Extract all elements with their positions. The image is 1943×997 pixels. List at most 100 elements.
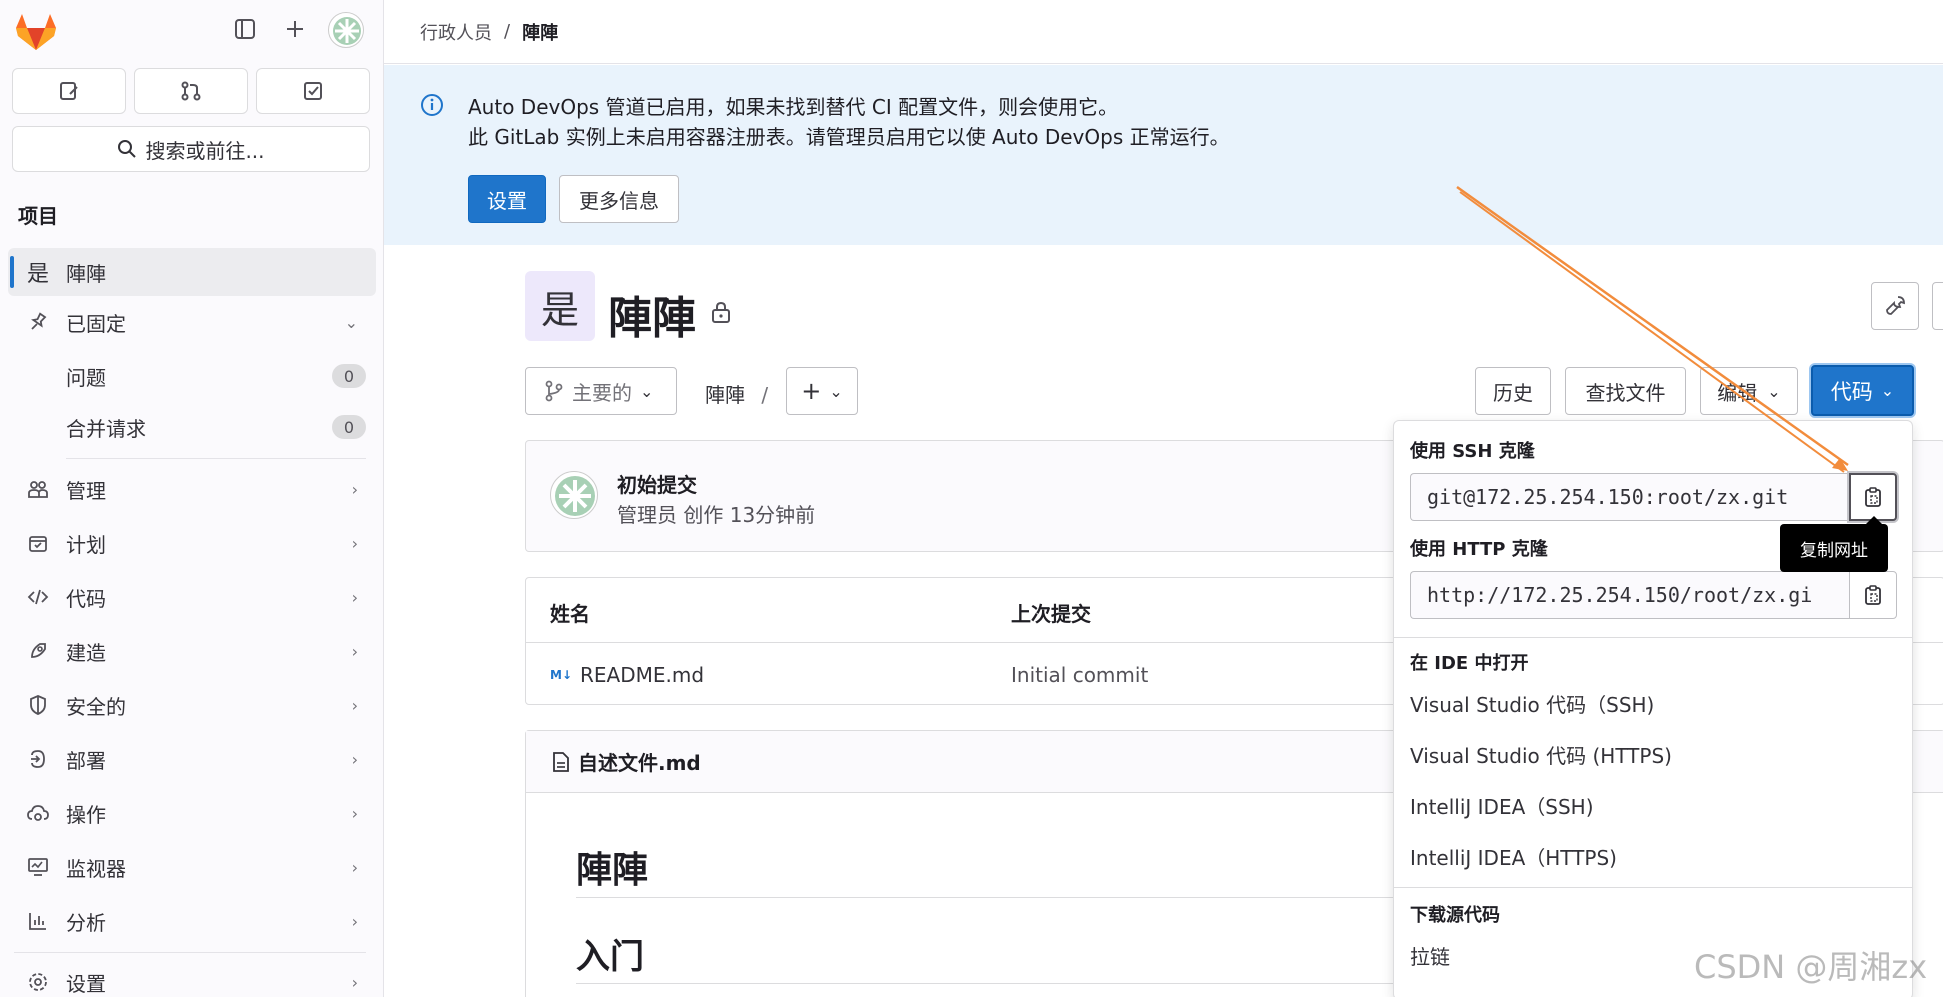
copy-http-url-button[interactable] xyxy=(1849,571,1897,619)
shield-icon xyxy=(18,694,58,716)
chevron-down-icon: ⌄ xyxy=(344,312,358,332)
search-label: 搜索或前往... xyxy=(145,138,265,163)
edit-button-label: 编辑 xyxy=(1717,380,1758,405)
column-header-last-commit: 上次提交 xyxy=(1011,602,1091,626)
search-icon xyxy=(118,140,137,158)
wrench-button[interactable] xyxy=(1871,282,1919,330)
alert-line-1: Auto DevOps 管道已启用，如果未找到替代 CI 配置文件，则会使用它。 xyxy=(468,95,1119,119)
copy-url-tooltip: 复制网址 xyxy=(1780,516,1888,572)
more-info-button[interactable]: 更多信息 xyxy=(559,175,679,223)
code-icon xyxy=(18,587,58,607)
sidebar-top xyxy=(0,0,384,60)
commit-time: 创作 13分钟前 xyxy=(683,503,816,527)
sidebar-pinned-issues[interactable]: 问题 0 xyxy=(66,354,366,398)
copy-ssh-url-button[interactable] xyxy=(1849,473,1897,521)
sidebar-item-analyze[interactable]: 分析 › xyxy=(8,897,376,945)
sidebar-item-code[interactable]: 代码 › xyxy=(8,573,376,621)
find-file-button[interactable]: 查找文件 xyxy=(1565,367,1686,415)
http-clone-label: 使用 HTTP 克隆 xyxy=(1410,539,1548,560)
ide-item-intellij-ssh[interactable]: IntelliJ IDEA（SSH) xyxy=(1410,791,1594,820)
ssh-url-field[interactable]: git@172.25.254.150:root/zx.git xyxy=(1410,473,1850,521)
clipboard-icon xyxy=(1865,487,1881,507)
download-zip-item[interactable]: 拉链 xyxy=(1410,941,1450,970)
repo-path-name[interactable]: 陣陣 xyxy=(705,383,745,407)
gear-icon xyxy=(18,971,58,993)
edit-button[interactable]: 编辑 ⌄ xyxy=(1700,367,1798,415)
file-last-commit[interactable]: Initial commit xyxy=(1011,663,1148,687)
ide-item-vscode-https[interactable]: Visual Studio 代码 (HTTPS) xyxy=(1410,740,1672,769)
chevron-right-icon: › xyxy=(351,911,358,931)
sidebar-item-manage[interactable]: 管理 › xyxy=(8,465,376,513)
merge-requests-quick-button[interactable] xyxy=(134,68,248,114)
sidebar-item-secure[interactable]: 安全的 › xyxy=(8,681,376,729)
add-file-button[interactable]: + ⌄ xyxy=(786,367,858,415)
sidebar-item-plan[interactable]: 计划 › xyxy=(8,519,376,567)
chevron-down-icon: ⌄ xyxy=(1767,381,1781,401)
sidebar-pinned-merge-requests[interactable]: 合并请求 0 xyxy=(66,405,366,449)
sidebar-item-pinned[interactable]: 已固定 ⌄ xyxy=(8,298,376,346)
sidebar-item-settings[interactable]: 设置 › xyxy=(8,958,376,997)
divider xyxy=(14,952,366,953)
commit-author[interactable]: 管理员 xyxy=(617,503,677,527)
commit-author-avatar[interactable] xyxy=(550,471,598,519)
clipboard-icon xyxy=(1865,585,1881,605)
code-dropdown-button[interactable]: 代码 ⌄ xyxy=(1811,365,1914,416)
clone-dropdown: 使用 SSH 克隆 git@172.25.254.150:root/zx.git… xyxy=(1393,420,1913,997)
user-avatar[interactable] xyxy=(328,12,364,48)
alert-line-2: 此 GitLab 实例上未启用容器注册表。请管理员启用它以使 Auto DevO… xyxy=(468,125,1230,149)
table-row[interactable]: M↓ README.md xyxy=(550,663,704,687)
wrench-icon xyxy=(1886,296,1905,315)
file-icon xyxy=(553,751,569,772)
calendar-icon xyxy=(18,533,58,553)
settings-button[interactable]: 设置 xyxy=(468,175,546,223)
branch-selector[interactable]: 主要的 ⌄ xyxy=(525,367,677,415)
commit-meta: 管理员 创作 13分钟前 xyxy=(617,499,815,528)
more-actions-button[interactable] xyxy=(1932,282,1943,330)
ide-item-vscode-ssh[interactable]: Visual Studio 代码（SSH) xyxy=(1410,689,1654,718)
chart-icon xyxy=(18,911,58,931)
divider xyxy=(1394,637,1912,638)
sidebar-item-deploy[interactable]: 部署 › xyxy=(8,735,376,783)
cloud-gear-icon xyxy=(18,803,58,823)
chevron-right-icon: › xyxy=(351,803,358,823)
sidebar-item-operate[interactable]: 操作 › xyxy=(8,789,376,837)
chevron-down-icon: ⌄ xyxy=(829,381,843,401)
readme-filename[interactable]: 自述文件.md xyxy=(578,747,701,776)
file-name[interactable]: README.md xyxy=(580,663,704,687)
sidebar-item-project[interactable]: 是 陣陣 xyxy=(8,248,376,296)
ide-item-intellij-https[interactable]: IntelliJ IDEA（HTTPS) xyxy=(1410,842,1617,871)
merge-request-icon xyxy=(181,81,201,101)
watermark: CSDN @周湘zx xyxy=(1694,948,1928,986)
branch-name: 主要的 xyxy=(572,380,632,405)
sidebar-item-label: 计划 xyxy=(66,532,106,557)
plus-icon: + xyxy=(801,377,822,405)
http-url-field[interactable]: http://172.25.254.150/root/zx.gi xyxy=(1410,571,1850,619)
todos-quick-button[interactable] xyxy=(256,68,370,114)
lock-icon xyxy=(710,300,732,329)
sidebar-toggle-icon[interactable] xyxy=(228,12,262,46)
sidebar-item-build[interactable]: 建造 › xyxy=(8,627,376,675)
sidebar-item-label: 设置 xyxy=(66,971,106,996)
plus-icon[interactable] xyxy=(278,12,312,46)
issues-quick-button[interactable] xyxy=(12,68,126,114)
sidebar-item-label: 分析 xyxy=(66,910,106,935)
chevron-right-icon: › xyxy=(351,749,358,769)
project-title: 陣陣 xyxy=(608,293,696,344)
search-button[interactable]: 搜索或前往... xyxy=(12,126,370,172)
sidebar-item-label: 建造 xyxy=(66,640,106,665)
count-badge: 0 xyxy=(332,415,366,439)
ssh-clone-label: 使用 SSH 克隆 xyxy=(1410,441,1535,462)
history-button[interactable]: 历史 xyxy=(1475,367,1551,415)
sidebar-item-label: 操作 xyxy=(66,802,106,827)
code-button-label: 代码 xyxy=(1830,379,1873,404)
sidebar-item-label: 管理 xyxy=(66,478,106,503)
chevron-right-icon: › xyxy=(351,533,358,553)
breadcrumb-parent[interactable]: 行政人员 xyxy=(420,19,492,45)
chevron-right-icon: › xyxy=(351,641,358,661)
gitlab-logo-icon[interactable] xyxy=(14,12,58,52)
repo-path: 陣陣 / xyxy=(705,379,768,408)
commit-title[interactable]: 初始提交 xyxy=(617,469,697,498)
sidebar-item-monitor[interactable]: 监视器 › xyxy=(8,843,376,891)
breadcrumb-current[interactable]: 陣陣 xyxy=(522,19,558,45)
chevron-right-icon: › xyxy=(351,857,358,877)
